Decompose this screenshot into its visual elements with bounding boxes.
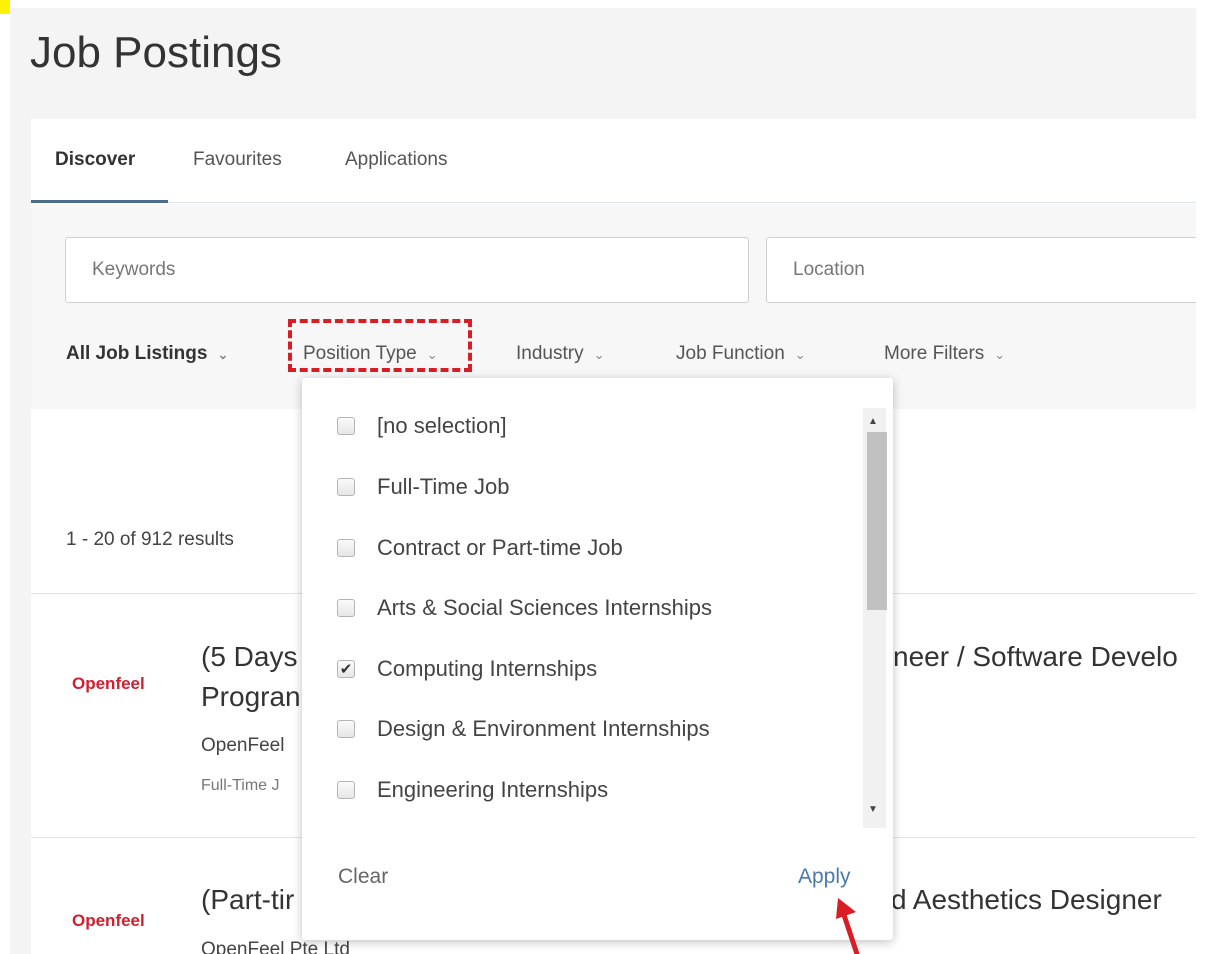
chevron-down-icon: ⌄: [994, 347, 1006, 362]
arrow-shaft: [841, 912, 860, 954]
option-design-environment[interactable]: Design & Environment Internships: [337, 709, 710, 749]
job-title-continued[interactable]: d Aesthetics Designer: [891, 880, 1162, 919]
all-job-listings-label: All Job Listings: [66, 343, 208, 364]
scroll-up-icon[interactable]: ▲: [868, 416, 878, 427]
check-icon: ✔: [339, 661, 353, 678]
option-arts-social-sciences[interactable]: Arts & Social Sciences Internships: [337, 588, 712, 628]
option-computing-internships[interactable]: ✔ Computing Internships: [337, 649, 597, 689]
location-input[interactable]: [766, 237, 1196, 303]
chevron-down-icon: ⌄: [794, 347, 806, 362]
job-company: OpenFeel Pte Ltd: [201, 939, 350, 954]
scroll-down-icon[interactable]: ▼: [868, 804, 878, 815]
option-no-selection[interactable]: [no selection]: [337, 406, 507, 446]
all-job-listings-filter[interactable]: All Job Listings ⌄: [66, 343, 228, 365]
position-type-highlight: [288, 319, 472, 372]
option-label: Engineering Internships: [377, 777, 609, 802]
industry-label: Industry: [516, 343, 584, 364]
option-label: Design & Environment Internships: [377, 716, 710, 741]
more-filters-label: More Filters: [884, 343, 985, 364]
job-type: Full-Time J: [201, 777, 280, 794]
annotation-arrow-icon: [836, 898, 860, 954]
checkbox[interactable]: [337, 720, 355, 738]
option-label: Computing Internships: [377, 656, 598, 681]
more-filters-button[interactable]: More Filters ⌄: [884, 343, 1005, 365]
option-label: [no selection]: [377, 413, 507, 438]
option-label: Contract or Part-time Job: [377, 535, 623, 560]
option-label: Full-Time Job: [377, 474, 510, 499]
job-title-continued[interactable]: neer / Software Develo: [893, 637, 1178, 676]
industry-filter[interactable]: Industry ⌄: [516, 343, 605, 365]
checkbox[interactable]: [337, 478, 355, 496]
job-title-line2[interactable]: Progran: [201, 677, 301, 716]
company-logo: Openfeel: [72, 674, 145, 693]
job-title[interactable]: (Part-tir: [201, 880, 294, 919]
option-engineering-internships[interactable]: Engineering Internships: [337, 770, 608, 810]
tab-bar: Discover Favourites Applications: [31, 119, 1196, 203]
tab-favourites[interactable]: Favourites: [193, 149, 282, 193]
clear-button[interactable]: Clear: [338, 865, 388, 889]
company-logo: Openfeel: [72, 911, 145, 930]
keywords-input[interactable]: [65, 237, 749, 303]
apply-button[interactable]: Apply: [798, 865, 851, 889]
tab-applications[interactable]: Applications: [345, 149, 447, 193]
option-contract-part-time[interactable]: Contract or Part-time Job: [337, 528, 623, 568]
job-title[interactable]: (5 Days: [201, 637, 297, 676]
chevron-down-icon: ⌄: [217, 347, 229, 362]
job-company: OpenFeel: [201, 735, 285, 756]
corner-marker: [0, 0, 10, 14]
active-tab-underline: [31, 200, 168, 203]
checkbox[interactable]: [337, 781, 355, 799]
chevron-down-icon: ⌄: [593, 347, 605, 362]
checkbox[interactable]: [337, 539, 355, 557]
option-label: Arts & Social Sciences Internships: [377, 595, 713, 620]
checkbox[interactable]: [337, 417, 355, 435]
job-function-filter[interactable]: Job Function ⌄: [676, 343, 806, 365]
scrollbar-thumb[interactable]: [867, 432, 887, 610]
checkbox-checked[interactable]: ✔: [337, 660, 355, 678]
option-full-time-job[interactable]: Full-Time Job: [337, 467, 509, 507]
checkbox[interactable]: [337, 599, 355, 617]
page-title: Job Postings: [30, 28, 282, 77]
tab-discover[interactable]: Discover: [55, 149, 135, 193]
job-function-label: Job Function: [676, 343, 785, 364]
results-count: 1 - 20 of 912 results: [66, 529, 234, 550]
position-type-dropdown: [no selection] Full-Time Job Contract or…: [302, 378, 893, 940]
